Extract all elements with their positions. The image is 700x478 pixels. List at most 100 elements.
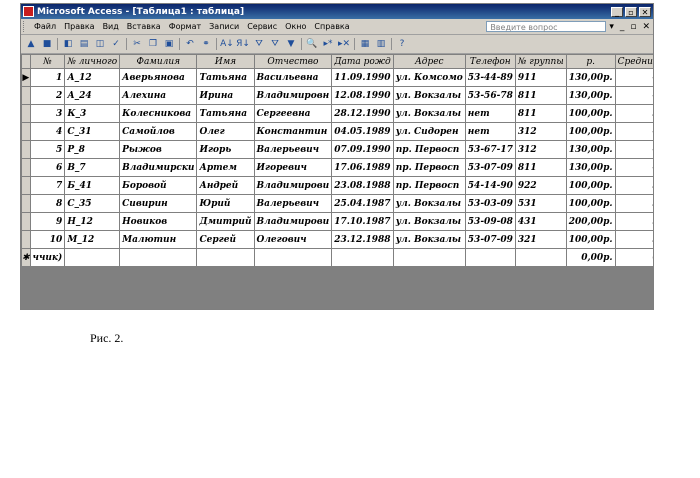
table-cell[interactable]: Артем — [196, 158, 255, 177]
table-cell[interactable]: 100,00р. — [565, 176, 616, 195]
table-cell[interactable]: 130,00р. — [565, 140, 616, 159]
menu-format[interactable]: Формат — [165, 22, 205, 31]
table-cell[interactable]: С_35 — [64, 194, 121, 213]
table-cell[interactable]: С_31 — [64, 122, 121, 141]
print-icon[interactable]: ▤ — [77, 38, 91, 51]
table-row[interactable]: 9 Н_12 Новиков Дмитрий Владимирови 17.10.1987… — [21, 212, 653, 231]
table-cell[interactable]: Владимирови — [253, 176, 333, 195]
table-cell[interactable]: М_12 — [64, 230, 121, 249]
column-header[interactable]: Дата рожд — [331, 54, 394, 69]
record-selector[interactable] — [21, 140, 31, 159]
table-cell[interactable]: 12.08.1990 — [331, 86, 394, 105]
table-cell[interactable]: Игоревич — [253, 158, 333, 177]
table-cell[interactable]: Малютин — [119, 230, 198, 249]
table-cell[interactable]: 922 — [514, 176, 567, 195]
table-cell[interactable]: ччик) — [29, 248, 66, 267]
menu-insert[interactable]: Вставка — [123, 22, 165, 31]
table-cell[interactable]: Боровой — [119, 176, 198, 195]
ask-dropdown-icon[interactable]: ▾ — [606, 22, 617, 32]
table-cell[interactable]: 4 — [614, 68, 653, 87]
filter-form-icon[interactable]: ⛛ — [268, 38, 282, 51]
table-cell[interactable]: ул. Вокзалы — [392, 104, 466, 123]
table-cell[interactable]: 04.05.1989 — [331, 122, 394, 141]
column-header[interactable]: р. — [565, 54, 616, 69]
doc-minimize-button[interactable]: _ — [617, 22, 628, 32]
table-cell[interactable]: Сивирин — [119, 194, 198, 213]
table-cell[interactable]: Татьяна — [196, 104, 255, 123]
table-cell[interactable]: 811 — [514, 104, 567, 123]
menu-edit[interactable]: Правка — [60, 22, 98, 31]
record-selector[interactable] — [21, 86, 31, 105]
table-cell[interactable]: 7 — [29, 176, 66, 195]
apply-filter-icon[interactable]: ▼ — [284, 38, 298, 51]
copy-icon[interactable]: ❐ — [146, 38, 160, 51]
undo-icon[interactable]: ↶ — [183, 38, 197, 51]
menu-file[interactable]: Файл — [30, 22, 60, 31]
table-cell[interactable]: 4 — [614, 122, 653, 141]
table-cell[interactable]: 911 — [514, 68, 567, 87]
table-row[interactable]: 4 С_31 Самойлов Олег Константин 04.05.1989 ул.… — [21, 122, 653, 141]
preview-icon[interactable]: ◫ — [93, 38, 107, 51]
table-cell[interactable]: Сергей — [196, 230, 255, 249]
table-cell[interactable]: 9 — [29, 212, 66, 231]
table-row[interactable]: 3 К_3 Колесникова Татьяна Сергеевна 28.12.199… — [21, 104, 653, 123]
sort-asc-icon[interactable]: A↓ — [220, 38, 234, 51]
table-cell[interactable]: Олег — [196, 122, 255, 141]
view-icon[interactable]: ▲ — [24, 38, 38, 51]
table-cell[interactable]: ул. Комсомо — [392, 68, 466, 87]
table-cell[interactable]: Аверьянова — [119, 68, 198, 87]
table-cell[interactable]: 0,00р. — [565, 248, 616, 267]
table-cell[interactable]: пр. Первосп — [392, 158, 466, 177]
doc-restore-button[interactable]: ▫ — [627, 22, 639, 32]
table-cell[interactable]: Татьяна — [196, 68, 255, 87]
filter-selection-icon[interactable]: ⛛ — [252, 38, 266, 51]
record-selector[interactable] — [21, 212, 31, 231]
table-cell[interactable]: 100,00р. — [565, 104, 616, 123]
help-icon[interactable]: ? — [395, 38, 409, 51]
table-cell[interactable]: пр. Первосп — [392, 176, 466, 195]
table-cell[interactable]: Рыжов — [119, 140, 198, 159]
column-header[interactable]: № группы — [514, 54, 567, 69]
column-header[interactable]: Имя — [196, 54, 255, 69]
table-cell[interactable]: 4 — [614, 158, 653, 177]
table-cell[interactable]: 17.06.1989 — [331, 158, 394, 177]
table-cell[interactable]: 53-03-09 — [464, 194, 516, 213]
table-cell[interactable]: Валерьевич — [253, 194, 333, 213]
spell-icon[interactable]: ✓ — [109, 38, 123, 51]
record-selector[interactable]: ✱ — [21, 248, 31, 267]
column-header[interactable]: Средний — [614, 54, 653, 69]
table-cell[interactable]: 53-67-17 — [464, 140, 516, 159]
table-cell[interactable]: ул. Вокзалы — [392, 212, 466, 231]
table-cell[interactable]: Васильевна — [253, 68, 333, 87]
table-cell[interactable]: 5 — [29, 140, 66, 159]
table-cell[interactable]: ул. Вокзалы — [392, 230, 466, 249]
table-row[interactable]: 7 Б_41 Боровой Андрей Владимирови 23.08.1988 п… — [21, 176, 653, 195]
database-window-icon[interactable]: ▦ — [358, 38, 372, 51]
table-cell[interactable]: А_12 — [64, 68, 121, 87]
record-selector[interactable] — [21, 122, 31, 141]
table-cell[interactable]: А_24 — [64, 86, 121, 105]
table-row[interactable]: 10 М_12 Малютин Сергей Олегович 23.12.1988 ул.… — [21, 230, 653, 249]
new-object-icon[interactable]: ▥ — [374, 38, 388, 51]
table-cell[interactable]: Ирина — [196, 86, 255, 105]
ask-question-input[interactable]: Введите вопрос — [486, 21, 607, 32]
table-cell[interactable] — [514, 248, 567, 267]
table-cell[interactable]: Олегович — [253, 230, 333, 249]
record-selector[interactable] — [21, 176, 31, 195]
new-record-icon[interactable]: ▸* — [321, 38, 335, 51]
table-cell[interactable]: Валерьевич — [253, 140, 333, 159]
table-cell[interactable] — [119, 248, 198, 267]
table-cell[interactable]: 431 — [514, 212, 567, 231]
menu-grip[interactable] — [23, 21, 27, 32]
table-cell[interactable]: нет — [464, 122, 516, 141]
record-selector[interactable] — [21, 158, 31, 177]
table-cell[interactable]: ул. Сидорен — [392, 122, 466, 141]
doc-close-button[interactable]: ✕ — [639, 22, 653, 32]
menu-records[interactable]: Записи — [205, 22, 243, 31]
menu-help[interactable]: Справка — [310, 22, 353, 31]
table-cell[interactable]: 53-07-09 — [464, 230, 516, 249]
table-cell[interactable]: 17.10.1987 — [331, 212, 394, 231]
record-selector[interactable] — [21, 104, 31, 123]
table-cell[interactable]: 100,00р. — [565, 194, 616, 213]
table-cell[interactable]: 100,00р. — [565, 230, 616, 249]
